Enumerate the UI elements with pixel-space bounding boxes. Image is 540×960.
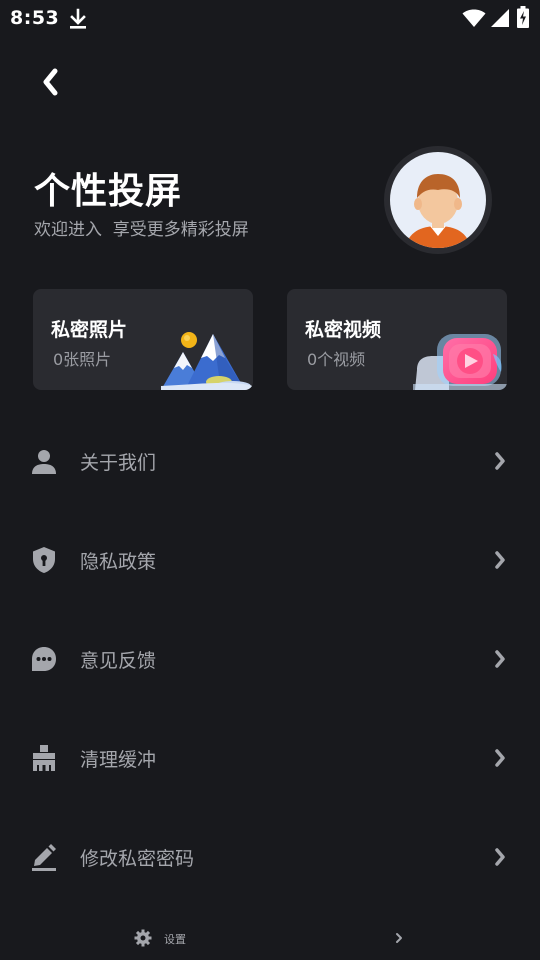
shield-icon: [33, 547, 55, 573]
menu-item-settings[interactable]: 设置: [0, 924, 540, 952]
private-photos-count: 0张照片: [53, 350, 112, 369]
user-avatar-icon: [386, 148, 490, 252]
back-button[interactable]: [30, 62, 70, 102]
chevron-right-icon: [495, 650, 505, 668]
wifi-icon: [462, 9, 486, 27]
chevron-right-icon: [495, 551, 505, 569]
menu-label-about-us: 关于我们: [80, 452, 157, 474]
gear-icon: [134, 929, 152, 947]
avatar[interactable]: [384, 146, 492, 254]
menu-label-clear-cache: 清理缓冲: [80, 749, 157, 771]
menu-label-change-password: 修改私密密码: [80, 848, 195, 870]
broom-icon: [33, 745, 55, 771]
menu-item-clear-cache[interactable]: 清理缓冲: [0, 727, 540, 787]
person-icon: [32, 450, 56, 474]
edit-pencil-icon: [32, 844, 56, 871]
private-videos-card[interactable]: 私密视频 0个视频: [287, 289, 507, 390]
menu-item-feedback[interactable]: 意见反馈: [0, 628, 540, 688]
chat-bubble-icon: [32, 647, 56, 671]
menu-label-settings: 设置: [164, 933, 186, 946]
page-title: 个性投屏: [34, 171, 183, 212]
menu-label-feedback: 意见反馈: [80, 650, 157, 672]
chevron-right-icon: [396, 933, 402, 943]
status-time: 8:53: [10, 7, 60, 29]
chevron-right-icon: [495, 749, 505, 767]
private-videos-title: 私密视频: [305, 319, 382, 341]
status-bar: 8:53: [0, 0, 540, 36]
chevron-left-icon: [43, 68, 58, 96]
private-photos-card[interactable]: 私密照片 0张照片: [33, 289, 253, 390]
private-videos-count: 0个视频: [307, 350, 366, 369]
signal-icon: [491, 9, 509, 27]
menu-item-privacy-policy[interactable]: 隐私政策: [0, 529, 540, 589]
chevron-right-icon: [495, 848, 505, 866]
menu-item-change-password[interactable]: 修改私密密码: [0, 826, 540, 886]
download-icon: [70, 8, 86, 29]
menu-item-about-us[interactable]: 关于我们: [0, 430, 540, 490]
chevron-right-icon: [495, 452, 505, 470]
menu-label-privacy-policy: 隐私政策: [80, 551, 157, 573]
page-subtitle: 欢迎进入 享受更多精彩投屏: [34, 220, 249, 240]
private-photos-title: 私密照片: [51, 319, 128, 341]
mountain-illustration-icon: [161, 332, 253, 390]
battery-charging-icon: [517, 6, 529, 28]
video-play-illustration-icon: [413, 334, 507, 390]
